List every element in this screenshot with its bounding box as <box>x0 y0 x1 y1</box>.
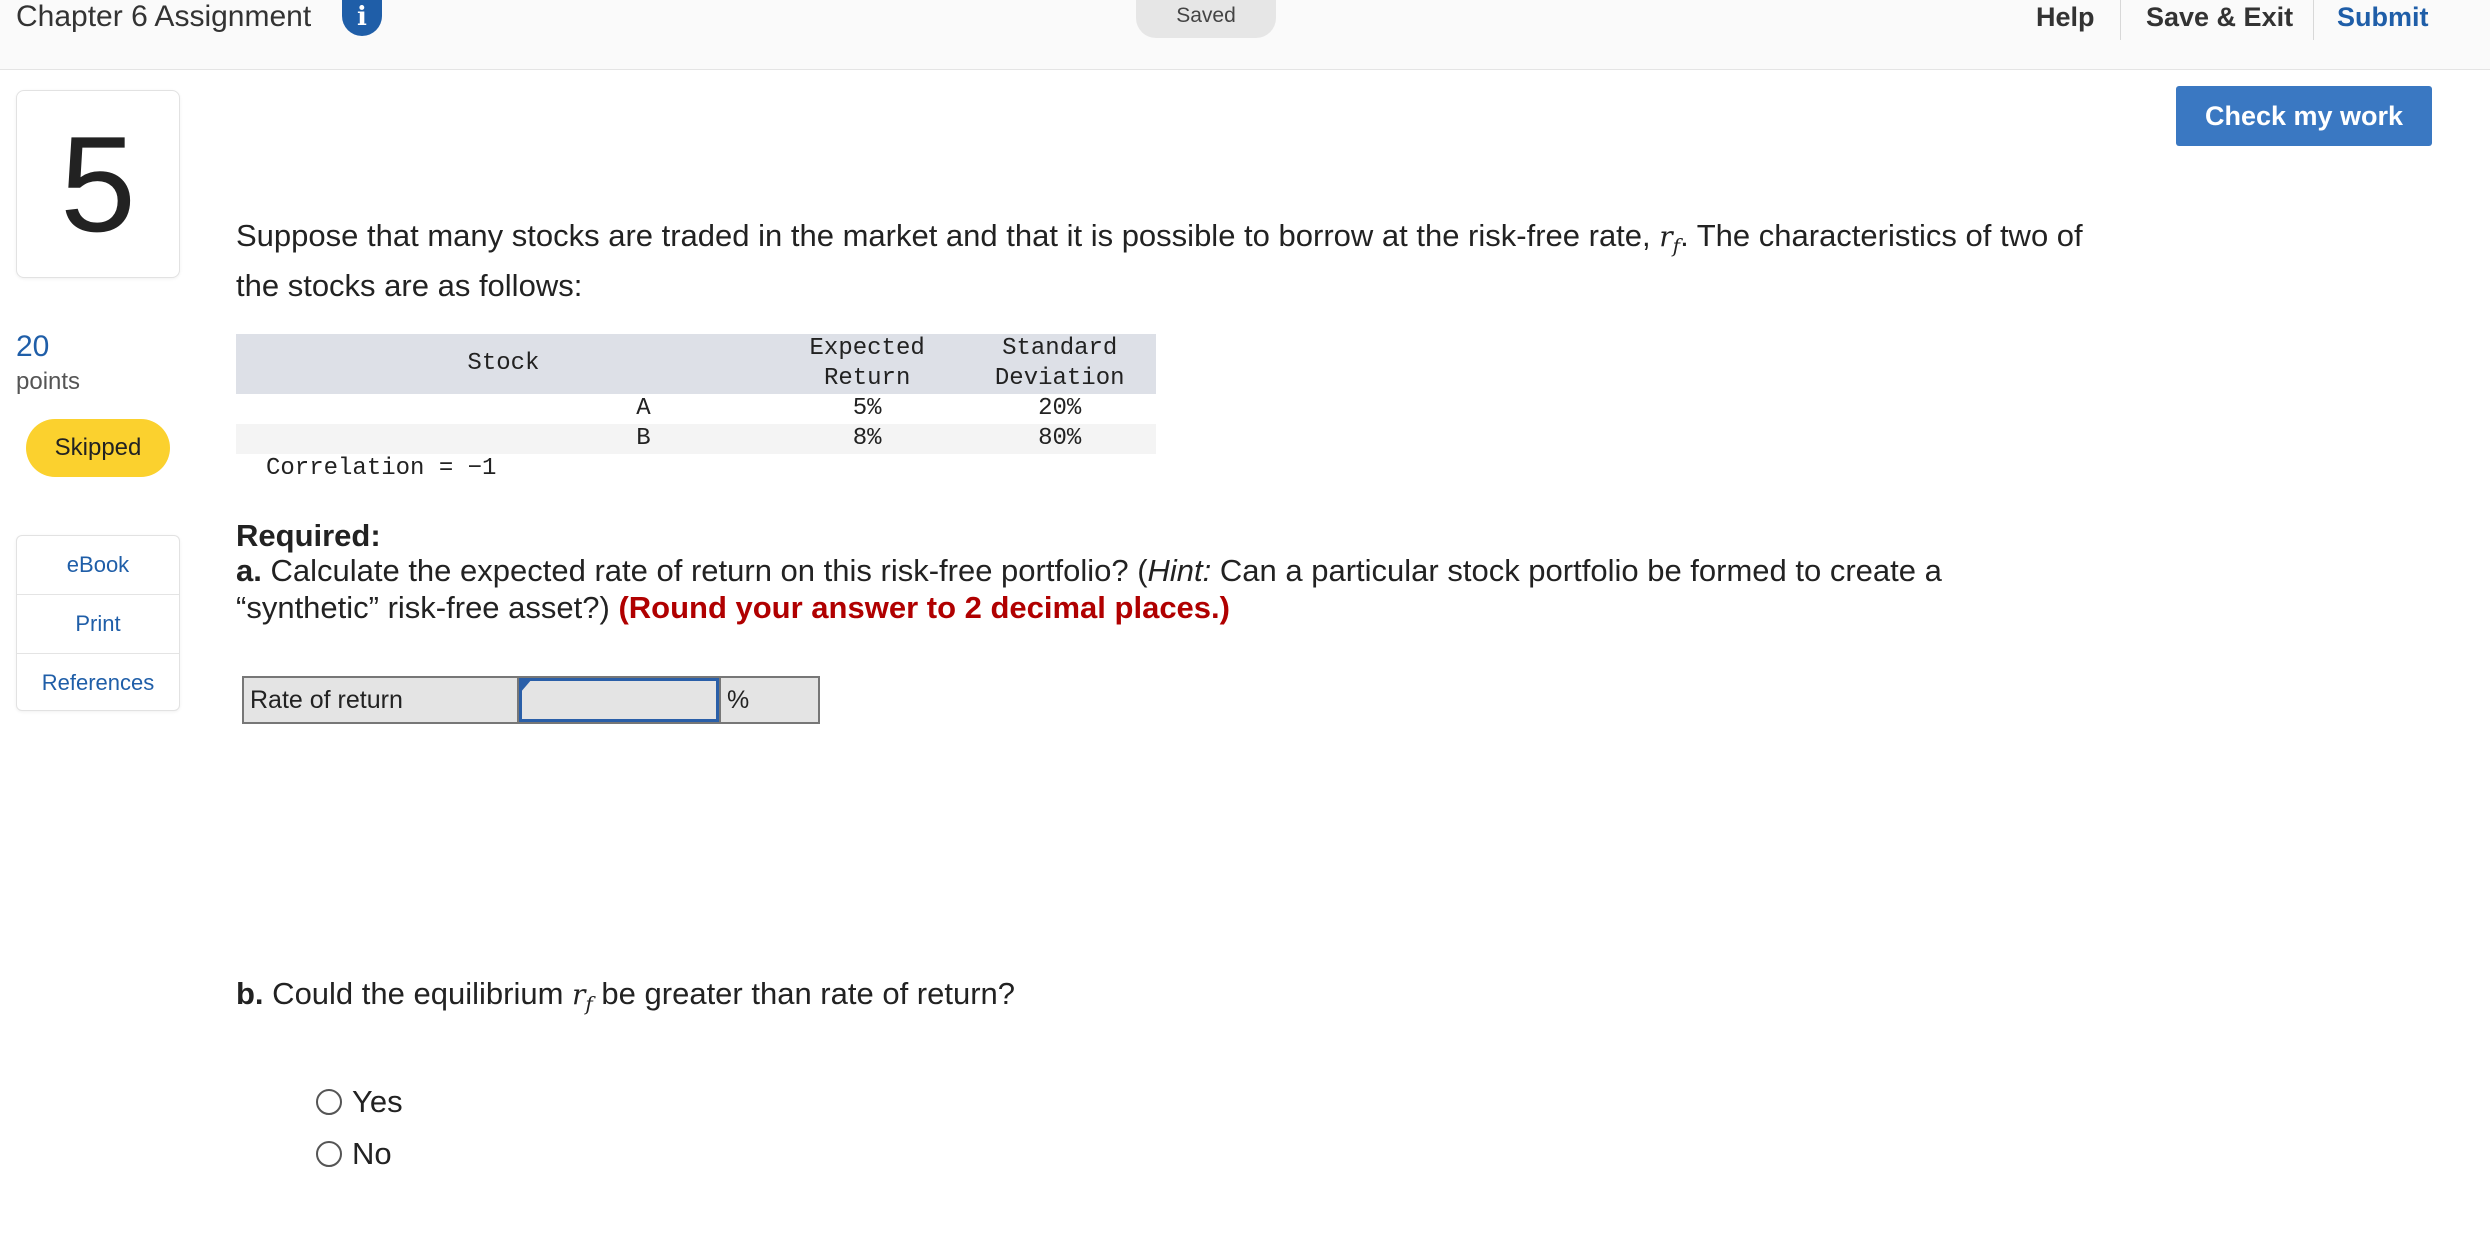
stock-cell: A <box>636 395 651 422</box>
rf-symbol: rf <box>572 978 593 1016</box>
rf-symbol: rf <box>1659 220 1681 258</box>
top-bar: Chapter 6 Assignment i Saved Help Save &… <box>0 0 2490 70</box>
points-label: points <box>16 368 81 395</box>
saved-status-badge: Saved <box>1136 0 1276 38</box>
stock-characteristics-table: Stock Expected Return Standard Deviation A… <box>236 334 1156 454</box>
answer-row: Rate of return % <box>242 676 820 724</box>
radio-button[interactable] <box>316 1141 342 1167</box>
std-deviation-cell: 20% <box>1038 395 1082 422</box>
table-header-row: Stock Expected Return Standard Deviation <box>236 334 1156 394</box>
skipped-status-badge: Skipped <box>26 419 170 477</box>
check-my-work-button[interactable]: Check my work <box>2176 86 2432 146</box>
ebook-link[interactable]: eBook <box>17 536 179 595</box>
part-b-question: b. Could the equilibrium rf be greater t… <box>236 976 1016 1016</box>
divider <box>2313 0 2314 40</box>
option-no[interactable]: No <box>316 1136 392 1172</box>
input-flag-icon <box>520 679 532 693</box>
info-icon[interactable]: i <box>342 0 382 36</box>
intro-text: Suppose that many stocks are traded in t… <box>236 218 1660 253</box>
table-row: B 8% 80% <box>236 424 1156 454</box>
required-heading: Required: <box>236 518 381 553</box>
rate-of-return-label: Rate of return <box>244 678 519 722</box>
radio-button[interactable] <box>316 1089 342 1115</box>
divider <box>2120 0 2121 40</box>
header-expected-return: Expected Return <box>770 334 964 394</box>
rate-of-return-input[interactable] <box>522 681 716 719</box>
std-deviation-cell: 80% <box>963 424 1156 454</box>
points-value: 20 <box>16 330 50 363</box>
print-link[interactable]: Print <box>17 595 179 654</box>
table-row: A 5% 20% <box>236 394 1156 424</box>
stock-cell: B <box>236 424 771 454</box>
rate-of-return-field[interactable] <box>519 678 719 722</box>
assignment-title: Chapter 6 Assignment <box>16 0 312 33</box>
part-a-question: a. Calculate the expected rate of return… <box>236 553 1942 625</box>
question-intro: Suppose that many stocks are traded in t… <box>236 216 2116 306</box>
expected-return-cell: 5% <box>852 395 882 422</box>
save-exit-link[interactable]: Save & Exit <box>2146 0 2293 40</box>
option-yes[interactable]: Yes <box>316 1084 403 1120</box>
option-label: No <box>352 1136 392 1171</box>
percent-unit: % <box>719 678 818 722</box>
rounding-instruction: (Round your answer to 2 decimal places.) <box>618 590 1230 625</box>
submit-link[interactable]: Submit <box>2337 0 2429 40</box>
resource-links-panel: eBook Print References <box>16 535 180 711</box>
question-number: 5 <box>16 90 180 278</box>
help-link[interactable]: Help <box>2036 0 2095 40</box>
correlation-note: Correlation = −1 <box>266 455 497 482</box>
expected-return-cell: 8% <box>770 424 964 454</box>
references-link[interactable]: References <box>17 654 179 713</box>
header-standard-deviation: Standard Deviation <box>963 334 1156 394</box>
header-stock: Stock <box>236 334 771 394</box>
option-label: Yes <box>352 1084 403 1119</box>
